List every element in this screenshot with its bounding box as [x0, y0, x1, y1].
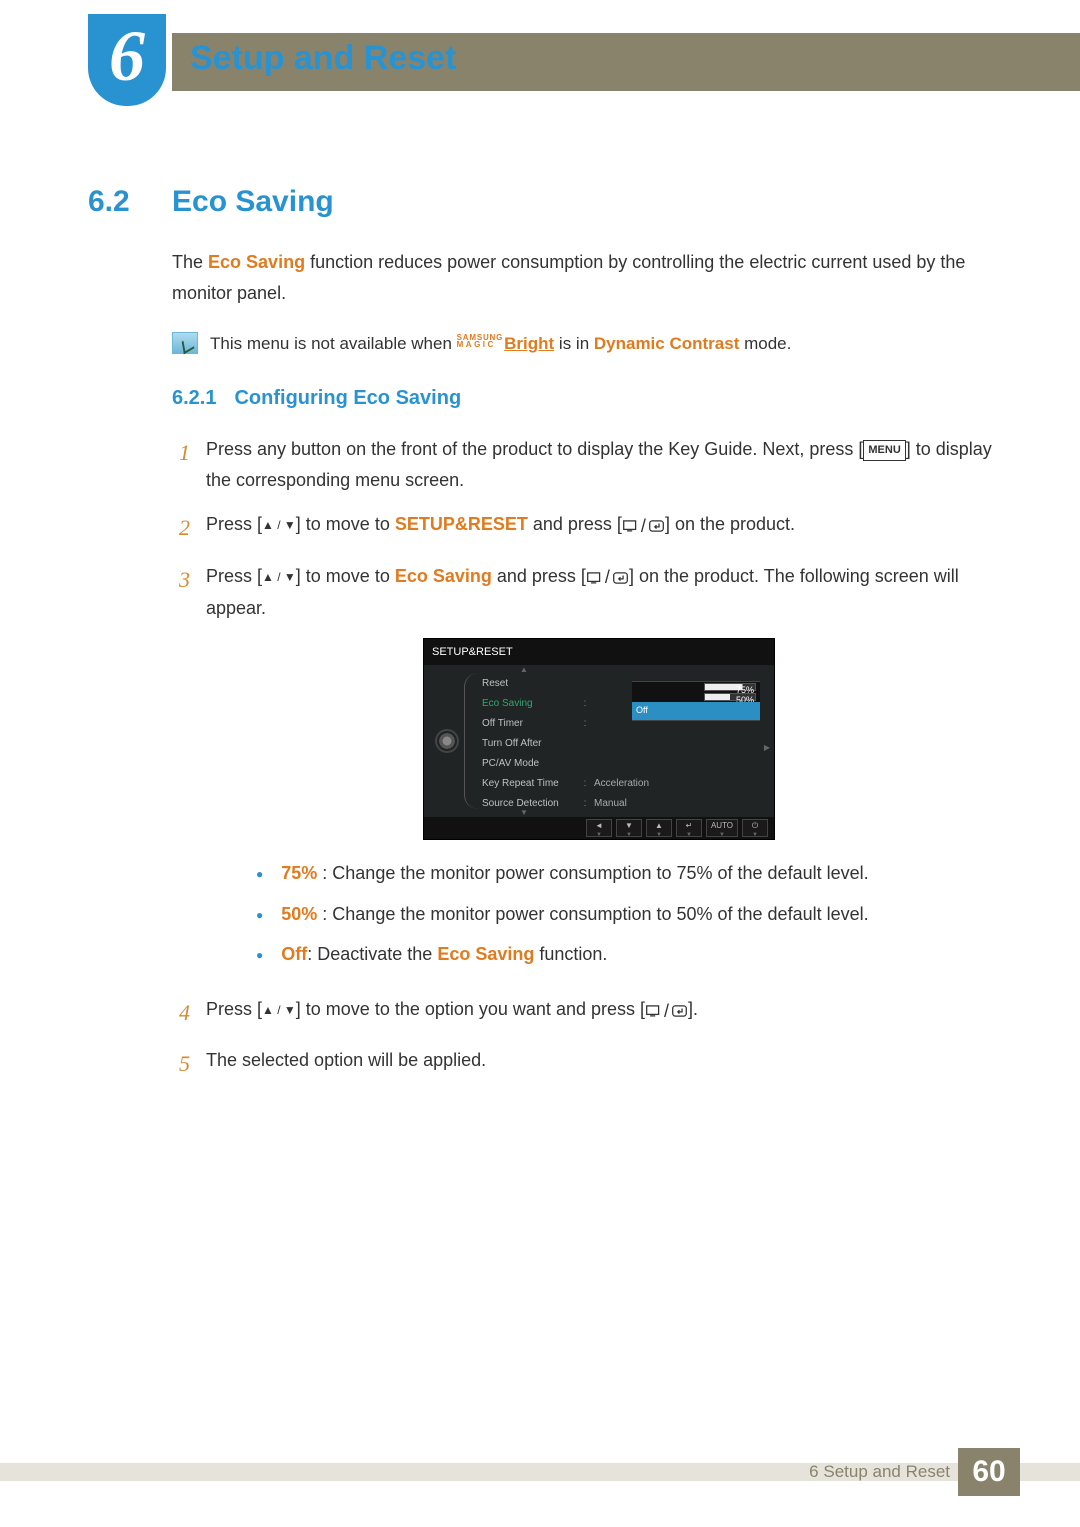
section-heading: 6.2 Eco Saving — [88, 185, 992, 219]
step-number: 2 — [172, 509, 190, 546]
osd-item-key-repeat: Key Repeat Time:Acceleration — [472, 773, 772, 793]
content-area: 6.2 Eco Saving The Eco Saving function r… — [88, 185, 992, 1097]
up-down-arrow-icon: ▲ / ▼ — [262, 567, 296, 587]
menu-key-icon: MENU — [863, 440, 905, 461]
osd-nav-power-icon: ⏻▼ — [742, 819, 768, 837]
bullet-50-term: 50% — [281, 904, 317, 924]
scroll-right-icon: ▶ — [764, 741, 770, 755]
osd-nav-auto: AUTO▼ — [706, 819, 738, 837]
option-bullets: ● 75% : Change the monitor power consump… — [256, 858, 992, 970]
chapter-tab: 6 — [88, 14, 166, 106]
step-1: 1 Press any button on the front of the p… — [172, 434, 992, 495]
step-number: 4 — [172, 994, 190, 1031]
step1-a: Press any button on the front of the pro… — [206, 439, 863, 459]
note-icon — [172, 332, 198, 354]
step-number: 3 — [172, 561, 190, 980]
section-number: 6.2 — [88, 185, 144, 219]
step-number: 1 — [172, 434, 190, 495]
osd-nav-left-icon: ◄▼ — [586, 819, 612, 837]
gear-icon — [437, 731, 457, 751]
bullet-dot-icon: ● — [256, 945, 263, 970]
osd-popup: 75% 50% Off — [632, 681, 760, 720]
bullet-dot-icon: ● — [256, 905, 263, 930]
note-pre: This menu is not available when — [210, 334, 457, 353]
step2-target: SETUP&RESET — [395, 514, 528, 534]
step3-b: ] to move to — [296, 566, 395, 586]
step-3: 3 Press [▲ / ▼] to move to Eco Saving an… — [172, 561, 992, 980]
bullet-75-term: 75% — [281, 863, 317, 883]
subsection-heading: 6.2.1 Configuring Eco Saving — [172, 387, 992, 410]
osd-screenshot: SETUP&RESET ▲ Reset Eco Saving: Off Time… — [423, 638, 775, 841]
subsection-number: 6.2.1 — [172, 387, 216, 410]
note-bright: Bright — [504, 334, 554, 353]
step2-c: and press [ — [528, 514, 622, 534]
footer-band: 6 Setup and Reset 60 — [0, 1463, 1080, 1481]
step3-c: and press [ — [492, 566, 586, 586]
step-body: The selected option will be applied. — [206, 1045, 992, 1082]
step4-b: ] to move to the option you want and pre… — [296, 999, 645, 1019]
chapter-title: Setup and Reset — [190, 39, 456, 78]
subsection-title: Configuring Eco Saving — [234, 387, 461, 410]
note-post: mode. — [739, 334, 791, 353]
step3-a: Press [ — [206, 566, 262, 586]
osd-curve-divider — [464, 673, 482, 809]
bullet-dot-icon: ● — [256, 864, 263, 889]
bullet-off-post: function. — [534, 944, 607, 964]
step2-d: ] on the product. — [665, 514, 795, 534]
step5-a: The selected option will be applied. — [206, 1050, 486, 1070]
osd-footer: ◄▼ ▼▼ ▲▼ ↵▼ AUTO▼ ⏻▼ — [424, 817, 774, 839]
osd-item-source-detection: Source Detection:Manual — [472, 793, 772, 813]
steps-list: 1 Press any button on the front of the p… — [172, 434, 992, 1083]
bullet-50: ● 50% : Change the monitor power consump… — [256, 899, 992, 930]
step-body: Press [▲ / ▼] to move to Eco Saving and … — [206, 561, 992, 980]
osd-popup-off: Off — [632, 702, 760, 719]
bullet-50-text: : Change the monitor power consumption t… — [317, 904, 868, 924]
samsung-magic-logo: SAMSUNGMAGIC — [457, 334, 504, 348]
bullet-off-mid: : Deactivate the — [307, 944, 437, 964]
intro-paragraph: The Eco Saving function reduces power co… — [172, 247, 992, 308]
up-down-arrow-icon: ▲ / ▼ — [262, 515, 296, 535]
note-text: This menu is not available when SAMSUNGM… — [210, 330, 791, 359]
section-title: Eco Saving — [172, 185, 334, 219]
step2-b: ] to move to — [296, 514, 395, 534]
source-enter-icon: / — [645, 996, 688, 1027]
step-body: Press [▲ / ▼] to move to SETUP&RESET and… — [206, 509, 992, 546]
osd-item-pcav-mode: PC/AV Mode — [472, 753, 772, 773]
step-4: 4 Press [▲ / ▼] to move to the option yo… — [172, 994, 992, 1031]
bullet-75-text: : Change the monitor power consumption t… — [317, 863, 868, 883]
note-row: This menu is not available when SAMSUNGM… — [172, 330, 992, 359]
step-body: Press [▲ / ▼] to move to the option you … — [206, 994, 992, 1031]
osd-title: SETUP&RESET — [424, 639, 774, 666]
note-mode: Dynamic Contrast — [594, 334, 739, 353]
step-number: 5 — [172, 1045, 190, 1082]
scroll-down-icon: ▼ — [520, 806, 528, 820]
step-body: Press any button on the front of the pro… — [206, 434, 992, 495]
osd-item-turn-off-after: Turn Off After — [472, 733, 772, 753]
bullet-off: ● Off: Deactivate the Eco Saving functio… — [256, 939, 992, 970]
up-down-arrow-icon: ▲ / ▼ — [262, 1000, 296, 1020]
intro-pre: The — [172, 252, 208, 272]
step4-c: ]. — [688, 999, 698, 1019]
osd-menu-pane: ▲ Reset Eco Saving: Off Timer: Turn Off … — [470, 665, 774, 817]
scroll-up-icon: ▲ — [520, 663, 528, 677]
osd-popup-50: 50% — [632, 692, 760, 702]
osd-nav-up-icon: ▲▼ — [646, 819, 672, 837]
intro-term: Eco Saving — [208, 252, 305, 272]
step-5: 5 The selected option will be applied. — [172, 1045, 992, 1082]
step4-a: Press [ — [206, 999, 262, 1019]
note-mid: is in — [554, 334, 594, 353]
osd-popup-75: 75% — [632, 682, 760, 692]
page-number: 60 — [958, 1448, 1020, 1496]
bullet-off-eco: Eco Saving — [437, 944, 534, 964]
step2-a: Press [ — [206, 514, 262, 534]
bullet-75: ● 75% : Change the monitor power consump… — [256, 858, 992, 889]
step3-target: Eco Saving — [395, 566, 492, 586]
source-enter-icon: / — [586, 562, 629, 593]
step-2: 2 Press [▲ / ▼] to move to SETUP&RESET a… — [172, 509, 992, 546]
source-enter-icon: / — [622, 511, 665, 542]
osd-nav-enter-icon: ↵▼ — [676, 819, 702, 837]
osd-nav-down-icon: ▼▼ — [616, 819, 642, 837]
footer-text: 6 Setup and Reset — [809, 1462, 950, 1482]
bullet-off-term: Off — [281, 944, 307, 964]
